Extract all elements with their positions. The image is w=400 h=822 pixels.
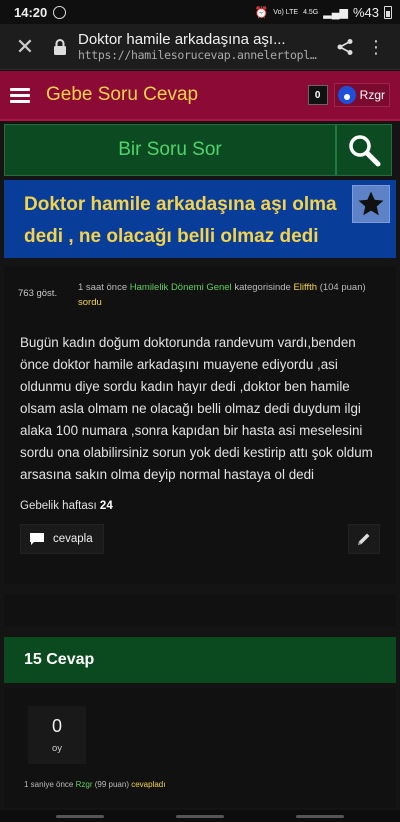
pregnancy-week: Gebelik haftası 24: [4, 486, 396, 512]
user-menu[interactable]: Rzgr: [333, 83, 390, 107]
volte-indicator: Vo) LTE: [273, 8, 299, 16]
answer-time: 1 saniye önce: [24, 780, 74, 789]
page-title: Doktor hamile arkadaşına aşı...: [78, 31, 286, 48]
answer-item: 0 oy 1 saniye önce Rzgr (99 puan) cevapl…: [4, 688, 396, 808]
pregnancy-week-label: Gebelik haftası: [20, 500, 97, 512]
question-actions: cevapla: [20, 524, 380, 554]
user-avatar-icon: [337, 86, 356, 104]
answer-meta: 1 saniye önce Rzgr (99 puan) cevapladı: [24, 780, 165, 789]
menu-icon[interactable]: [10, 85, 30, 106]
username: Rzgr: [359, 88, 385, 102]
share-icon[interactable]: [328, 38, 362, 56]
system-nav-bar: [0, 810, 400, 822]
vote-label: oy: [51, 743, 63, 754]
reply-button[interactable]: cevapla: [20, 524, 104, 554]
author-link[interactable]: Eliffth: [293, 282, 317, 293]
question-title: Doktor hamile arkadaşına aşı olma dedi ,…: [24, 194, 337, 247]
more-options-icon[interactable]: ⋮: [362, 38, 390, 56]
browser-toolbar: ✕ Doktor hamile arkadaşına aşı... https:…: [0, 24, 400, 70]
question-meta: 763 göst. 1 saat önce Hamilelik Dönemi G…: [4, 266, 396, 310]
favorite-star-icon[interactable]: [352, 185, 390, 223]
status-bar: 14:20 ⏰ Vo) LTE 4.5G ▂▄▆ %43: [0, 0, 400, 24]
answer-author-link[interactable]: Rzgr: [76, 780, 93, 789]
answers-header: 15 Cevap: [4, 637, 396, 683]
question-meta-text: 1 saat önce Hamilelik Dönemi Genel kateg…: [78, 280, 384, 310]
separator-panel: [4, 594, 396, 626]
nav-back-handle[interactable]: [56, 814, 104, 818]
battery-icon: [384, 5, 392, 19]
vote-count: 0: [51, 716, 62, 736]
notification-count[interactable]: 0: [307, 85, 328, 105]
question-body: Bugün kadın doğum doktorunda randevum va…: [20, 335, 373, 482]
ask-bar: Bir Soru Sor: [4, 124, 392, 176]
site-title[interactable]: Gebe Soru Cevap: [46, 84, 198, 106]
ask-question-button[interactable]: Bir Soru Sor: [5, 125, 335, 175]
answer-action: cevapladı: [131, 780, 166, 789]
address-bar[interactable]: Doktor hamile arkadaşına aşı... https://…: [78, 31, 322, 62]
search-button[interactable]: [335, 125, 391, 175]
edit-button[interactable]: [348, 524, 380, 554]
search-icon: [349, 135, 381, 167]
whatsapp-icon: [53, 5, 67, 19]
signal-icon: ▂▄▆: [323, 6, 348, 19]
category-link[interactable]: Hamilelik Dönemi Genel: [130, 282, 232, 293]
pencil-icon: [358, 533, 370, 545]
question-panel: 763 göst. 1 saat önce Hamilelik Dönemi G…: [4, 266, 396, 584]
view-count: 763 göst.: [18, 288, 58, 299]
close-tab-icon[interactable]: ✕: [10, 34, 40, 60]
network-indicator: 4.5G: [303, 8, 319, 16]
asked-time: 1 saat önce: [78, 282, 128, 293]
pregnancy-week-value: 24: [99, 500, 113, 512]
alarm-icon: ⏰: [254, 6, 269, 19]
answer-author-points: (99 puan): [94, 780, 129, 789]
vote-box: 0 oy: [28, 706, 86, 764]
question-title-box: Doktor hamile arkadaşına aşı olma dedi ,…: [4, 180, 396, 258]
status-icons: ⏰ Vo) LTE 4.5G ▂▄▆ %43: [255, 5, 392, 20]
reply-label: cevapla: [53, 533, 93, 545]
comment-icon: [30, 533, 44, 545]
nav-recent-handle[interactable]: [296, 814, 344, 818]
page-url: https://hamilesorucevap.annelertopland..…: [78, 48, 322, 62]
site-header: Gebe Soru Cevap 0 Rzgr: [0, 71, 400, 121]
author-points: (104 puan): [319, 282, 366, 293]
battery-percent: %43: [352, 4, 379, 20]
lock-icon[interactable]: [48, 38, 72, 55]
asked-action: sordu: [78, 297, 102, 308]
nav-home-handle[interactable]: [176, 814, 224, 818]
status-time: 14:20: [14, 4, 48, 20]
category-suffix: kategorisinde: [234, 282, 291, 293]
